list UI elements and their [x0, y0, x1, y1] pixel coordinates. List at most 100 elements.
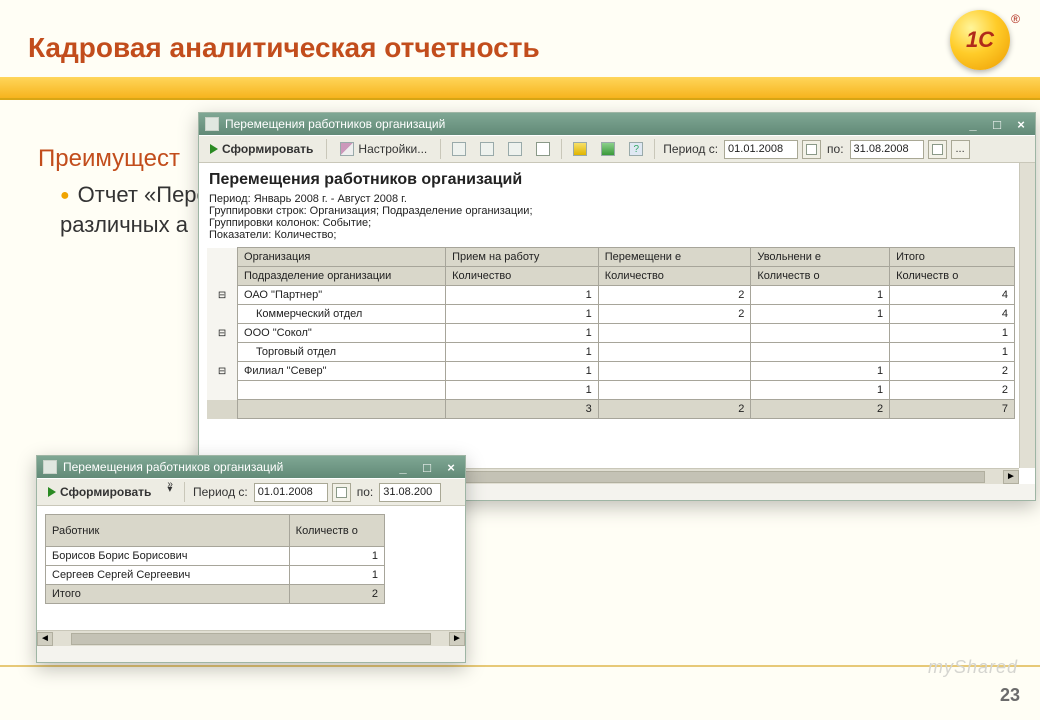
filter-icon: [480, 142, 494, 156]
toolbar-icon-6[interactable]: [596, 138, 620, 160]
cell-value: 1: [446, 324, 599, 343]
col-qty: Количеств о: [289, 515, 384, 547]
cell-value: 4: [890, 305, 1015, 324]
form-button-label: Сформировать: [222, 142, 313, 156]
settings-button-label: Настройки...: [358, 142, 427, 156]
period-from-label: Период с:: [191, 485, 250, 499]
horizontal-scrollbar[interactable]: ◄ ►: [37, 630, 465, 646]
cell-value: [751, 343, 890, 362]
maximize-button[interactable]: □: [989, 117, 1005, 131]
logo-1c: 1С ®: [938, 6, 1022, 74]
calendar-icon: [806, 144, 817, 155]
table-row: ⊟ООО "Сокол"11: [207, 324, 1015, 343]
date-to-input[interactable]: [850, 140, 924, 159]
period-more-button[interactable]: ...: [951, 140, 970, 159]
play-icon: [48, 487, 56, 497]
vertical-scrollbar[interactable]: [1019, 163, 1035, 468]
tree-toggle: [207, 305, 238, 324]
report-heading: Перемещения работников организаций: [209, 171, 1025, 189]
report-table-small: Работник Количеств о Борисов Борис Борис…: [45, 514, 385, 604]
report-meta-period: Период: Январь 2008 г. - Август 2008 г.: [209, 193, 1025, 205]
table-row: ⊟Филиал "Север"112: [207, 362, 1015, 381]
help-icon: ?: [629, 142, 643, 156]
watermark: myShared: [928, 657, 1018, 678]
cell-value: [598, 343, 751, 362]
toolbar-more-button[interactable]: »▾: [162, 481, 178, 503]
titlebar[interactable]: Перемещения работников организаций _ □ ×: [37, 456, 465, 478]
report-content: Работник Количеств о Борисов Борис Борис…: [37, 506, 465, 646]
period-to-label: по:: [355, 485, 376, 499]
settings-button[interactable]: Настройки...: [333, 138, 434, 160]
toolbar-icon-2[interactable]: [475, 138, 499, 160]
titlebar[interactable]: Перемещения работников организаций _ □ ×: [199, 113, 1035, 135]
toolbar-icon-4[interactable]: [531, 138, 555, 160]
logo-registered: ®: [1011, 12, 1020, 26]
scroll-thumb[interactable]: [71, 633, 431, 645]
logo-circle: 1С: [950, 10, 1010, 70]
funnel-icon: [508, 142, 522, 156]
col-org: Организация: [238, 248, 446, 267]
table-header-row-2: Подразделение организации Количество Кол…: [207, 267, 1015, 286]
report-meta-col-groups: Группировки колонок: Событие;: [209, 217, 1025, 229]
footer-divider: [0, 665, 1040, 667]
report-content: Перемещения работников организаций Перио…: [199, 163, 1035, 484]
col-total: Итого: [890, 248, 1015, 267]
cell-value: [598, 381, 751, 400]
toolbar-icon-3[interactable]: [503, 138, 527, 160]
table-header-row: Работник Количеств о: [46, 515, 385, 547]
form-button[interactable]: Сформировать: [203, 138, 320, 160]
minimize-button[interactable]: _: [395, 460, 411, 474]
date-to-input[interactable]: [379, 483, 441, 502]
table-row: 112: [207, 381, 1015, 400]
cell-value: 2: [598, 286, 751, 305]
window-report-big: Перемещения работников организаций _ □ ×…: [198, 112, 1036, 501]
report-meta-row-groups: Группировки строк: Организация; Подразде…: [209, 205, 1025, 217]
help-button[interactable]: ?: [624, 138, 648, 160]
form-button[interactable]: Сформировать: [41, 481, 158, 503]
period-to-label: по:: [825, 142, 846, 156]
date-from-input[interactable]: [254, 483, 328, 502]
date-from-picker-button[interactable]: [332, 483, 351, 502]
expand-icon: [601, 142, 615, 156]
close-button[interactable]: ×: [1013, 117, 1029, 131]
minimize-button[interactable]: _: [965, 117, 981, 131]
cell-value: [751, 324, 890, 343]
maximize-button[interactable]: □: [419, 460, 435, 474]
tree-toggle[interactable]: ⊟: [207, 324, 238, 343]
scroll-right-button[interactable]: ►: [449, 632, 465, 646]
section-subtitle: Преимущест: [38, 145, 180, 173]
table-total-row: Итого2: [46, 585, 385, 604]
cell-value: 2: [890, 381, 1015, 400]
cell-label: [238, 381, 446, 400]
scroll-left-button[interactable]: ◄: [37, 632, 53, 646]
header-band: [0, 77, 1040, 99]
date-to-picker-button[interactable]: [928, 140, 947, 159]
toolbar-icon-1[interactable]: [447, 138, 471, 160]
col-worker: Работник: [46, 515, 290, 547]
tree-toggle[interactable]: ⊟: [207, 286, 238, 305]
tree-toggle[interactable]: ⊟: [207, 362, 238, 381]
col-hire: Прием на работу: [446, 248, 599, 267]
date-from-input[interactable]: [724, 140, 798, 159]
cell-value: [598, 324, 751, 343]
toolbar: Сформировать »▾ Период с: по:: [37, 478, 465, 506]
cell-label: Коммерческий отдел: [238, 305, 446, 324]
toolbar: Сформировать Настройки... ? Период с: по…: [199, 135, 1035, 163]
col-move: Перемещени е: [598, 248, 751, 267]
cell-label: ООО "Сокол": [238, 324, 446, 343]
app-icon: [43, 460, 57, 474]
table-row: Торговый отдел11: [207, 343, 1015, 362]
toolbar-icon-5[interactable]: [568, 138, 592, 160]
cell-value: 4: [890, 286, 1015, 305]
window-title: Перемещения работников организаций: [63, 460, 283, 474]
scroll-right-button[interactable]: ►: [1003, 470, 1019, 484]
cell-label: ОАО "Партнер": [238, 286, 446, 305]
close-button[interactable]: ×: [443, 460, 459, 474]
page-number: 23: [1000, 685, 1020, 706]
cell-value: 1: [446, 381, 599, 400]
report-header: Перемещения работников организаций Перио…: [199, 163, 1035, 247]
page-title: Кадровая аналитическая отчетность: [28, 32, 540, 64]
date-from-picker-button[interactable]: [802, 140, 821, 159]
table-row: Борисов Борис Борисович1: [46, 547, 385, 566]
table-row: ⊟ОАО "Партнер"1214: [207, 286, 1015, 305]
